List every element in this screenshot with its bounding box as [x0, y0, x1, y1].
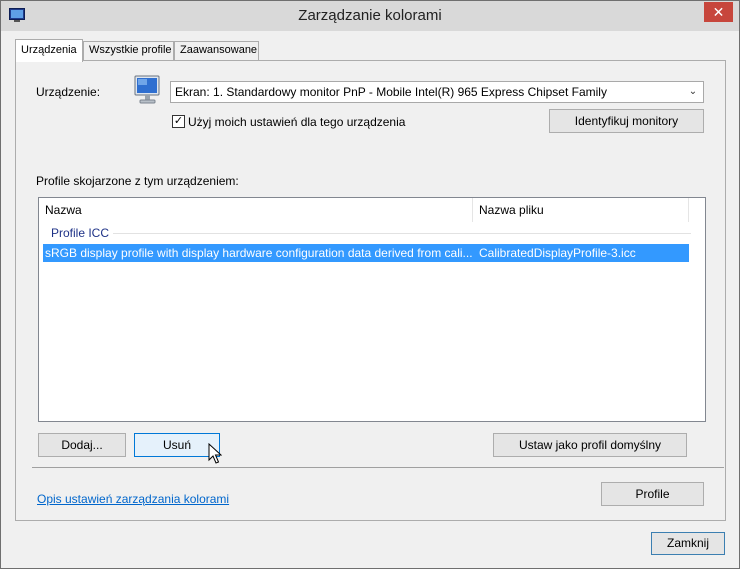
profile-button-label: Profile: [635, 487, 670, 501]
add-profile-label: Dodaj...: [61, 438, 103, 452]
close-button-label: Zamknij: [666, 536, 709, 550]
column-header-name[interactable]: Nazwa: [39, 198, 473, 222]
mouse-pointer-icon: [208, 443, 222, 464]
identify-monitors-button[interactable]: Identyfikuj monitory: [549, 109, 704, 133]
group-header-label: Profile ICC: [51, 226, 110, 240]
add-profile-button[interactable]: Dodaj...: [38, 433, 126, 457]
tab-devices[interactable]: Urządzenia: [15, 39, 83, 62]
tab-all-profiles[interactable]: Wszystkie profile: [83, 41, 174, 60]
panel-body: Urządzenie: Ekran: 1. Standardowy monito…: [16, 61, 725, 520]
color-management-help-link[interactable]: Opis ustawień zarządzania kolorami: [37, 492, 229, 506]
set-default-profile-button[interactable]: Ustaw jako profil domyślny: [493, 433, 687, 457]
device-label: Urządzenie:: [36, 85, 101, 99]
devices-tab-panel: Urządzenie: Ekran: 1. Standardowy monito…: [15, 60, 726, 521]
device-select[interactable]: Ekran: 1. Standardowy monitor PnP - Mobi…: [170, 81, 704, 103]
use-my-settings-checkbox[interactable]: ✓: [172, 115, 185, 128]
profiles-list-header: Nazwa Nazwa pliku: [39, 198, 705, 222]
footer-separator: [32, 467, 724, 468]
table-row[interactable]: sRGB display profile with display hardwa…: [43, 244, 689, 262]
device-select-value: Ekran: 1. Standardowy monitor PnP - Mobi…: [175, 85, 607, 99]
close-button[interactable]: Zamknij: [651, 532, 725, 555]
tab-advanced[interactable]: Zaawansowane: [174, 41, 259, 60]
group-divider: [113, 233, 691, 234]
profiles-list[interactable]: Nazwa Nazwa pliku Profile ICC sRGB displ…: [38, 197, 706, 422]
column-header-filename[interactable]: Nazwa pliku: [473, 198, 689, 222]
window-title: Zarządzanie kolorami: [298, 7, 442, 24]
title-bar: Zarządzanie kolorami ✕: [1, 1, 739, 31]
remove-profile-label: Usuń: [162, 438, 191, 452]
set-default-profile-label: Ustaw jako profil domyślny: [518, 438, 662, 452]
color-management-window: Zarządzanie kolorami ✕ Urządzenia Wszyst…: [0, 0, 740, 569]
profile-button[interactable]: Profile: [601, 482, 704, 506]
group-header-icc: Profile ICC: [51, 225, 691, 241]
associated-profiles-label: Profile skojarzone z tym urządzeniem:: [36, 174, 239, 188]
close-window-button[interactable]: ✕: [704, 2, 733, 22]
profile-file-cell: CalibratedDisplayProfile-3.icc: [479, 246, 636, 260]
profile-name-cell: sRGB display profile with display hardwa…: [45, 246, 473, 260]
monitor-icon: [134, 75, 160, 104]
use-my-settings-label: Użyj moich ustawień dla tego urządzenia: [188, 115, 406, 129]
chevron-down-icon: ⌄: [688, 86, 698, 97]
